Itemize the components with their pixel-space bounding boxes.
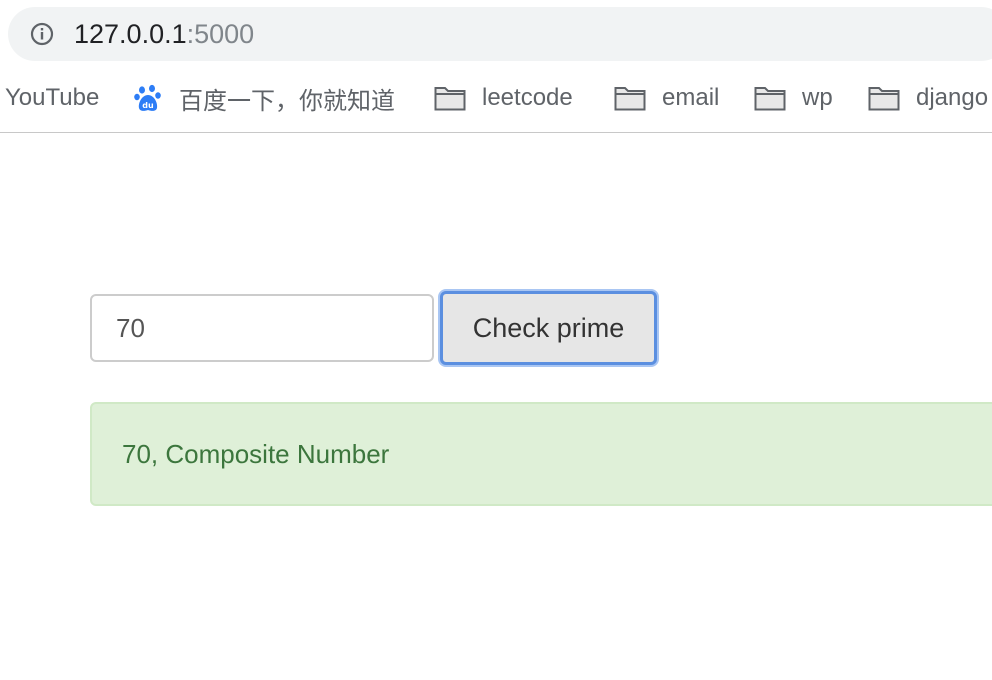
bookmarks-bar: YouTube du 百度一下，你就知道 leetcode email wp d… [0, 76, 992, 120]
bookmark-youtube[interactable]: YouTube [5, 76, 99, 120]
url-port: :5000 [186, 19, 255, 49]
info-icon[interactable] [30, 22, 54, 46]
address-bar[interactable]: 127.0.0.1:5000 [8, 7, 992, 61]
bookmark-label: wp [802, 84, 833, 111]
folder-icon [754, 87, 786, 111]
bookmark-label: email [662, 84, 720, 111]
page-content: Check prime 70, Composite Number [0, 133, 992, 680]
bookmark-folder-wp[interactable]: wp [754, 76, 833, 120]
check-prime-button[interactable]: Check prime [440, 291, 657, 365]
bookmark-label: leetcode [482, 84, 573, 111]
bookmark-baidu[interactable]: du 百度一下，你就知道 [133, 76, 395, 120]
number-input[interactable] [90, 294, 434, 362]
svg-text:du: du [142, 101, 154, 110]
bookmark-label: 百度一下，你就知道 [179, 87, 395, 115]
baidu-paw-icon: du [134, 84, 161, 111]
bookmark-folder-email[interactable]: email [614, 76, 719, 120]
result-message: 70, Composite Number [122, 438, 390, 469]
url-host: 127.0.0.1 [74, 19, 187, 49]
bookmark-folder-django[interactable]: django [868, 76, 988, 120]
bookmark-label: YouTube [5, 84, 100, 111]
bookmark-folder-leetcode[interactable]: leetcode [434, 76, 573, 120]
url-text[interactable]: 127.0.0.1:5000 [74, 19, 254, 49]
browser-chrome: 127.0.0.1:5000 YouTube du 百度一下，你就知道 leet… [0, 0, 992, 133]
bookmark-label: django [916, 84, 989, 111]
folder-icon [434, 87, 466, 111]
folder-icon [868, 87, 900, 111]
result-alert: 70, Composite Number [90, 402, 992, 506]
folder-icon [614, 87, 646, 111]
